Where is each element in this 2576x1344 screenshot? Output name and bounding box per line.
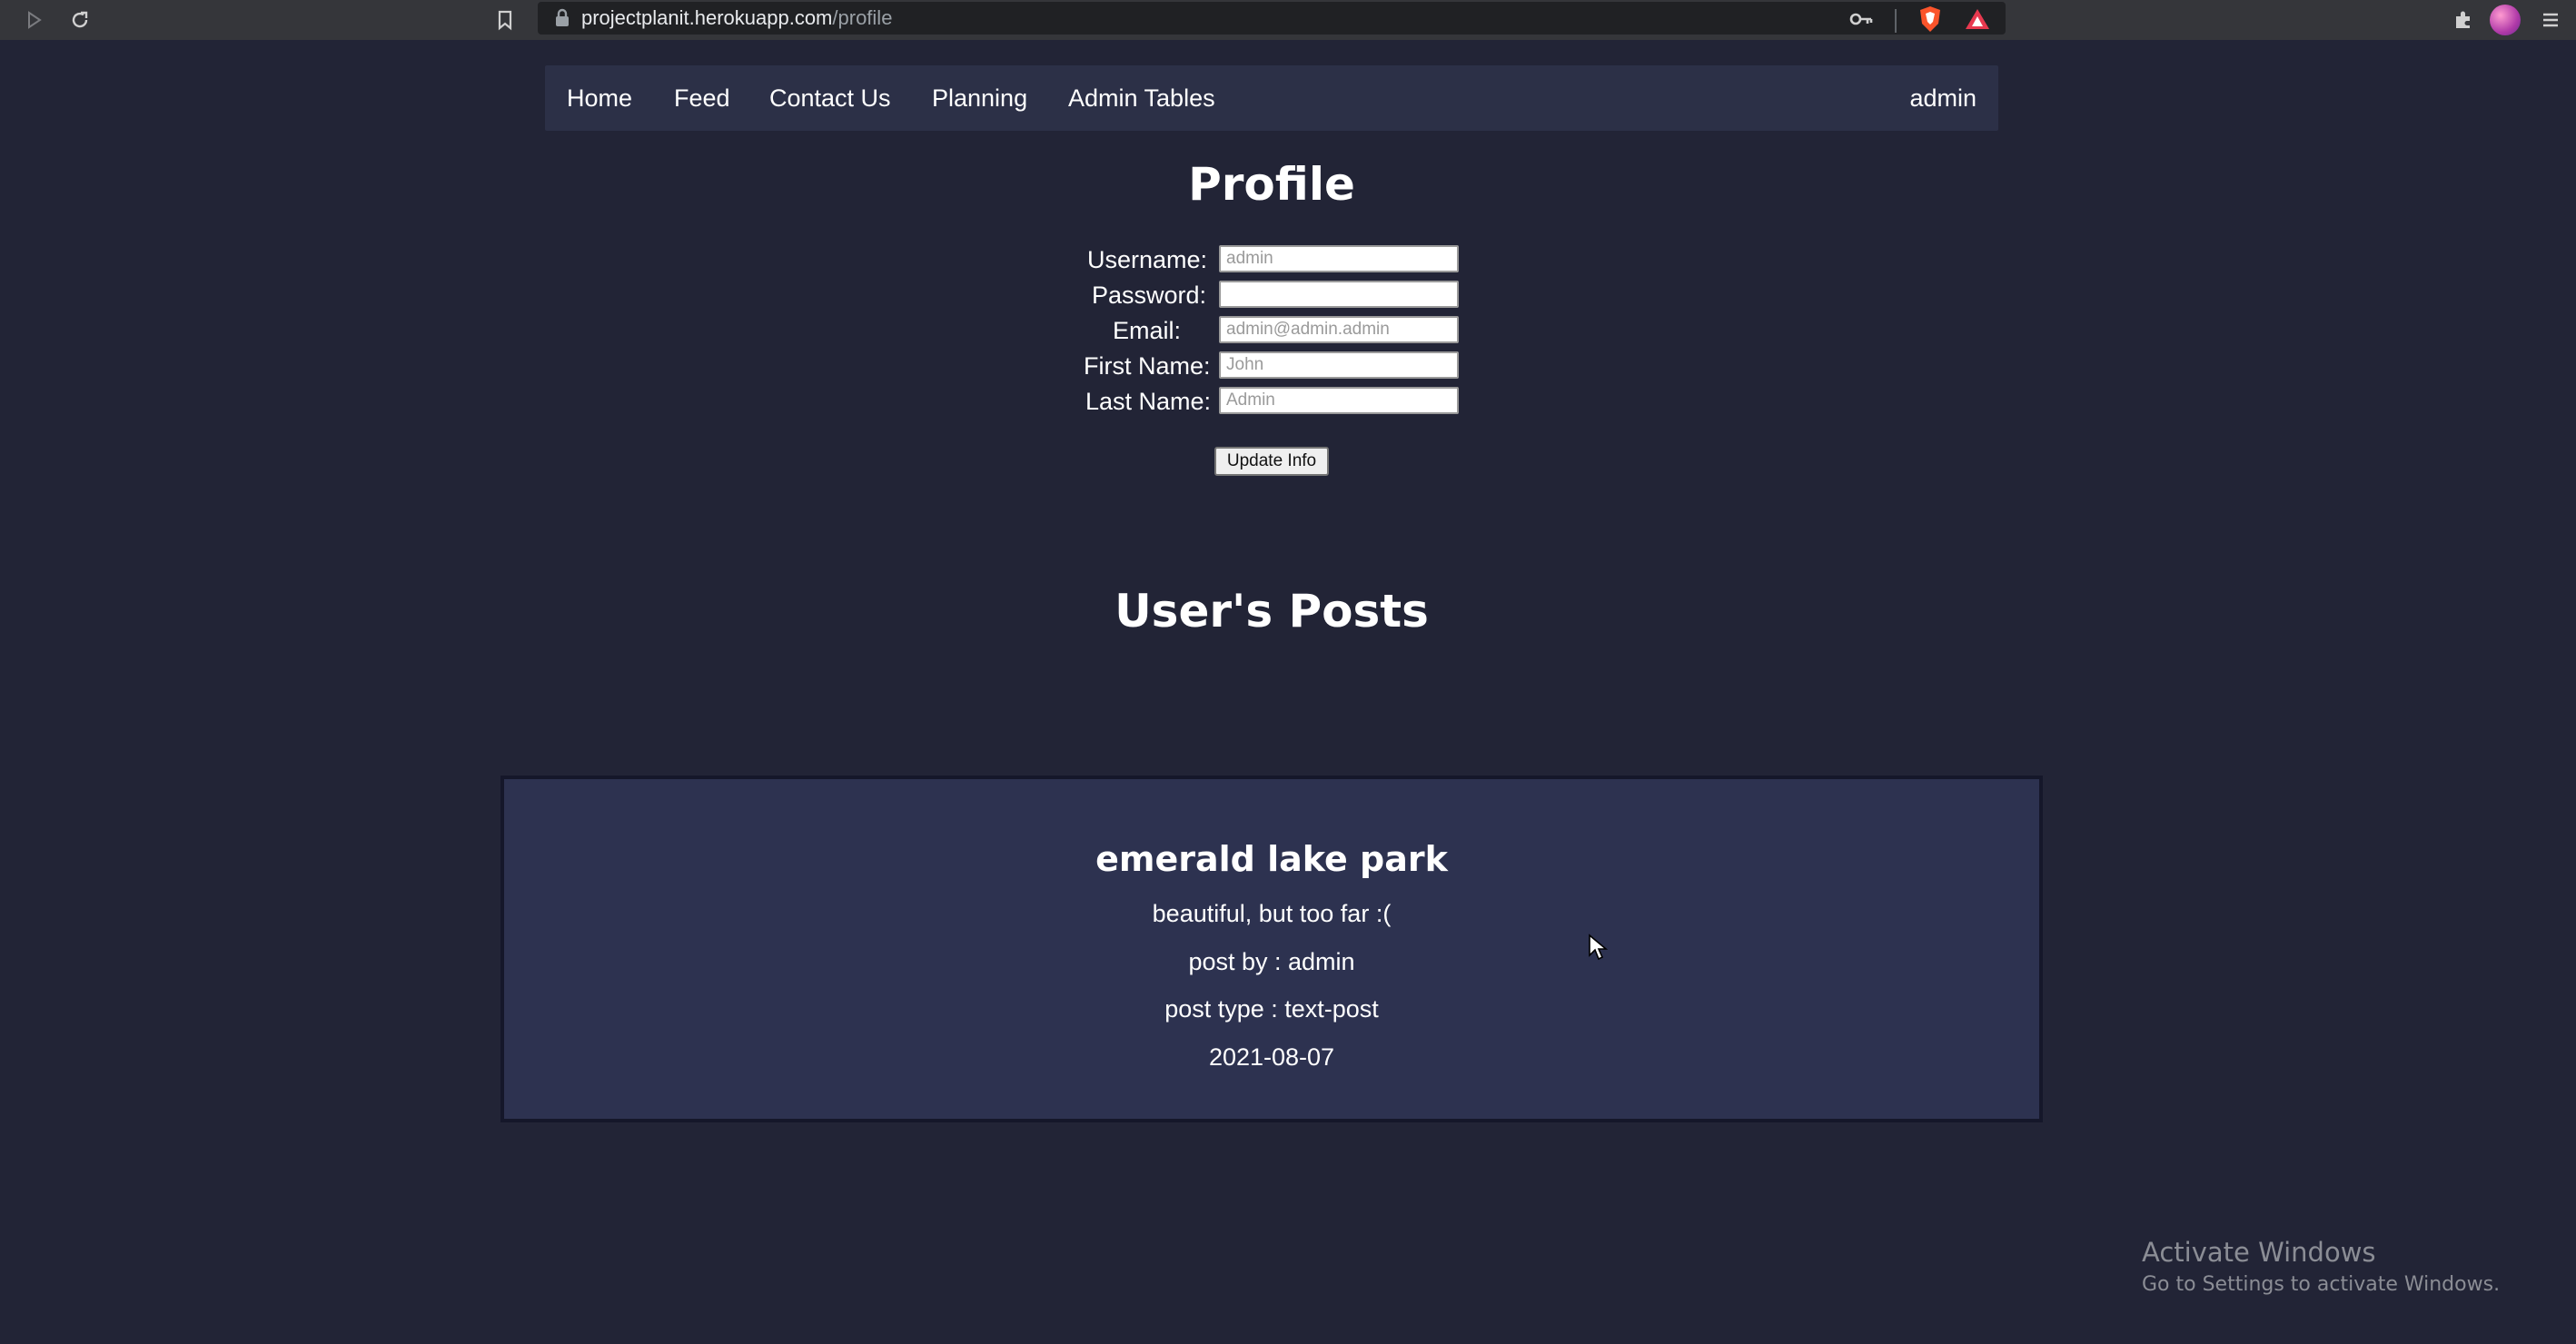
nav-feed[interactable]: Feed [674,65,730,131]
site-navbar: Home Feed Contact Us Planning Admin Tabl… [545,65,1998,131]
nav-contact-us[interactable]: Contact Us [769,65,891,131]
last-name-label: Last Name: [1085,388,1212,415]
post-title: emerald lake park [1095,839,1448,879]
activate-windows-subtitle: Go to Settings to activate Windows. [2142,1273,2501,1296]
url-path: /profile [832,6,893,29]
first-name-input[interactable] [1219,351,1459,379]
mouse-cursor-icon [1588,934,1609,966]
password-input[interactable] [1219,281,1459,308]
nav-planning[interactable]: Planning [932,65,1027,131]
brave-rewards-icon[interactable] [1964,7,1991,35]
post-body: beautiful, but too far :( [1152,900,1392,927]
email-input[interactable] [1219,316,1459,343]
key-icon[interactable] [1849,12,1873,30]
hamburger-menu-icon[interactable] [2534,4,2567,36]
post-type: post type : text-post [1164,995,1379,1023]
forward-arrow-icon[interactable] [18,4,51,36]
browser-toolbar: projectplanit.herokuapp.com/profile [0,0,2576,40]
separator [1895,9,1897,33]
profile-avatar-icon[interactable] [2489,4,2522,36]
post-author: post by : admin [1188,948,1355,975]
profile-title: Profile [1188,158,1355,211]
nav-user-admin[interactable]: admin [1909,65,1977,131]
activate-windows-title: Activate Windows [2142,1237,2376,1268]
update-info-button[interactable]: Update Info [1214,447,1329,476]
lock-icon [554,8,570,32]
username-input[interactable] [1219,245,1459,272]
reload-icon[interactable] [64,4,96,36]
address-bar[interactable]: projectplanit.herokuapp.com/profile [538,2,2006,35]
puzzle-icon[interactable] [2447,4,2480,36]
post-card: emerald lake park beautiful, but too far… [500,776,2043,1122]
url-text: projectplanit.herokuapp.com/profile [581,4,892,33]
brave-shield-icon[interactable] [1918,5,1942,36]
nav-home[interactable]: Home [567,65,632,131]
email-label: Email: [1113,317,1182,344]
username-label: Username: [1087,246,1208,273]
last-name-input[interactable] [1219,387,1459,414]
post-date: 2021-08-07 [1208,1043,1335,1071]
address-bar-actions [1849,5,1991,36]
users-posts-title: User's Posts [1115,585,1429,637]
password-label: Password: [1092,282,1207,309]
first-name-label: First Name: [1084,352,1211,380]
bookmark-icon[interactable] [489,4,521,36]
nav-admin-tables[interactable]: Admin Tables [1068,65,1215,131]
url-host: projectplanit.herokuapp.com [581,6,833,29]
